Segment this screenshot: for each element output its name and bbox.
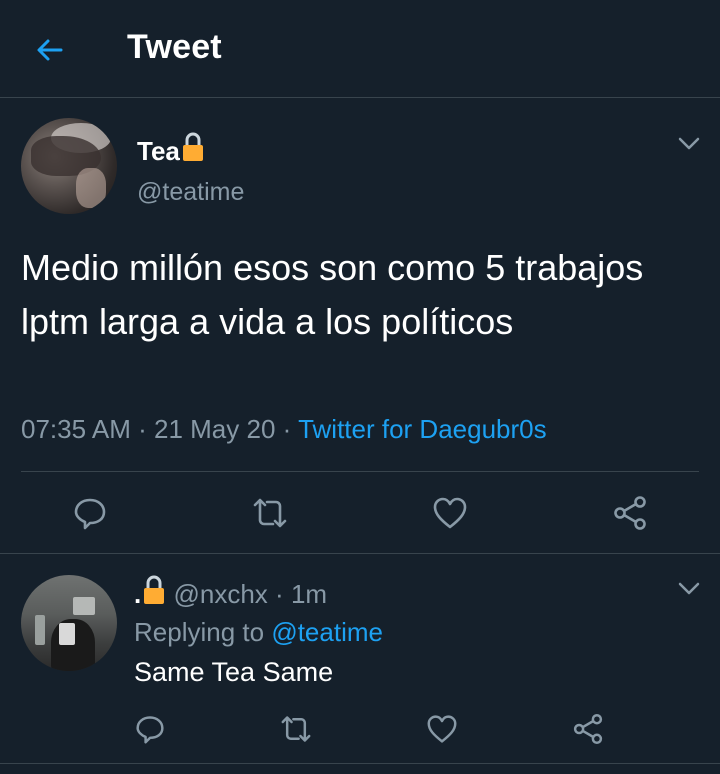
arrow-left-icon [37,39,63,61]
reply-actions [0,709,720,749]
reply-button[interactable] [70,493,110,533]
reply-retweet-button[interactable] [276,709,316,749]
author-name[interactable]: Tea [137,132,205,169]
reply-handle[interactable]: @nxchx [173,579,267,609]
back-button[interactable] [30,30,70,70]
chevron-down-icon [678,582,700,595]
replying-to-mention[interactable]: @teatime [271,617,383,647]
replying-to-label: Replying to [134,617,265,647]
tweet-meta: 07:35 AM · 21 May 20 · Twitter for Daegu… [21,414,547,445]
author-display-name: Tea [137,136,180,166]
reply-header: . @nxchx · 1m [134,575,327,612]
retweet-icon [281,716,311,742]
reply-share-button[interactable] [568,709,608,749]
reply-time: 1m [290,579,328,609]
author-handle[interactable]: @teatime [137,178,244,207]
share-button[interactable] [610,493,650,533]
divider [21,471,699,472]
reply-tweet[interactable]: . @nxchx · 1m Replying to @teatime Same … [0,555,720,774]
tweet-detail-screen: Tweet Tea @teatime Medio millón esos son… [0,0,720,774]
reply-like-button[interactable] [422,709,462,749]
like-icon [427,715,457,743]
separator-dot: · [138,414,147,444]
retweet-button[interactable] [250,493,290,533]
tweet-time: 07:35 AM [21,414,131,444]
tweet-text: Medio millón esos son como 5 trabajos lp… [21,247,644,342]
divider [0,763,720,764]
separator-dot: · [275,579,284,609]
lock-icon [181,132,205,169]
tweet-menu-button[interactable] [675,130,703,158]
tweet-actions [0,490,720,536]
reply-display-name[interactable]: . [134,579,141,609]
retweet-icon [253,498,287,528]
lock-icon [142,575,166,612]
replying-to: Replying to @teatime [134,617,383,648]
tweet-date: 21 May 20 [154,414,276,444]
reply-icon [136,716,164,744]
reply-menu-button[interactable] [675,575,703,603]
reply-icon [74,498,106,530]
reply-avatar[interactable] [21,575,117,671]
separator-dot: · [282,414,292,444]
share-icon [573,713,603,745]
like-button[interactable] [430,493,470,533]
reply-reply-button[interactable] [130,709,170,749]
tweet-source-link[interactable]: Twitter for Daegubr0s [298,414,547,444]
chevron-down-icon [678,137,700,150]
avatar[interactable] [21,118,117,214]
share-icon [614,496,646,530]
top-bar: Tweet [0,0,720,98]
like-icon [433,497,467,529]
page-title: Tweet [127,28,222,66]
reply-text: Same Tea Same [134,657,334,687]
